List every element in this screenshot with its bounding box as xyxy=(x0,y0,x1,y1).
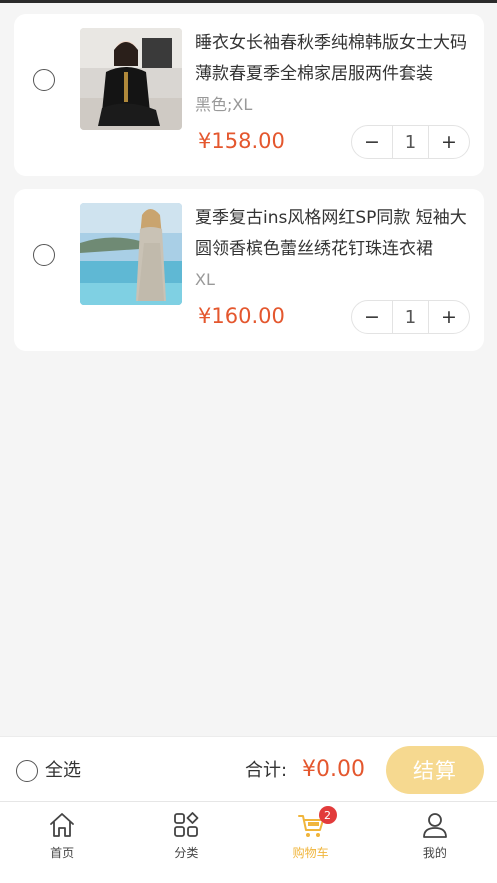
quantity-value[interactable]: 1 xyxy=(392,126,429,158)
tab-profile[interactable]: 我的 xyxy=(373,802,497,883)
decrease-button[interactable]: − xyxy=(352,126,392,158)
checkout-bar: 全选 合计: ¥0.00 结算 xyxy=(0,736,497,802)
select-all-radio[interactable] xyxy=(16,760,38,782)
checkout-button[interactable]: 结算 xyxy=(386,746,484,794)
total-value: ¥0.00 xyxy=(302,757,365,782)
pajamas-photo-icon xyxy=(80,28,182,130)
home-icon xyxy=(47,810,77,840)
product-thumbnail[interactable] xyxy=(80,203,182,305)
dress-photo-icon xyxy=(80,203,182,305)
user-icon xyxy=(420,810,450,840)
tab-label: 分类 xyxy=(174,846,199,860)
increase-button[interactable]: + xyxy=(429,126,469,158)
product-spec: 黑色;XL xyxy=(195,95,253,114)
decrease-button[interactable]: − xyxy=(352,301,392,333)
cart-item: 睡衣女长袖春秋季纯棉韩版女士大码薄款春夏季全棉家居服两件套装 黑色;XL ¥15… xyxy=(14,14,484,176)
shopping-cart-screen: 睡衣女长袖春秋季纯棉韩版女士大码薄款春夏季全棉家居服两件套装 黑色;XL ¥15… xyxy=(0,0,497,883)
quantity-stepper: − 1 + xyxy=(351,125,470,159)
cart-item: 夏季复古ins风格网红SP同款 短袖大圆领香槟色蕾丝绣花钉珠连衣裙 XL ¥16… xyxy=(14,189,484,351)
tab-home[interactable]: 首页 xyxy=(0,802,124,883)
product-thumbnail[interactable] xyxy=(80,28,182,130)
tab-category[interactable]: 分类 xyxy=(124,802,248,883)
item-select-radio[interactable] xyxy=(33,244,55,266)
product-price: ¥158.00 xyxy=(198,129,285,153)
tab-cart[interactable]: 2 购物车 xyxy=(249,802,373,883)
tab-label: 我的 xyxy=(422,846,447,860)
increase-button[interactable]: + xyxy=(429,301,469,333)
total-label: 合计: xyxy=(245,760,288,781)
quantity-stepper: − 1 + xyxy=(351,300,470,334)
tab-label: 购物车 xyxy=(292,846,329,860)
product-price: ¥160.00 xyxy=(198,304,285,328)
product-title[interactable]: 睡衣女长袖春秋季纯棉韩版女士大码薄款春夏季全棉家居服两件套装 xyxy=(195,28,471,90)
category-icon xyxy=(171,810,201,840)
status-bar xyxy=(0,0,497,3)
product-spec: XL xyxy=(195,270,215,289)
cart-list: 睡衣女长袖春秋季纯棉韩版女士大码薄款春夏季全棉家居服两件套装 黑色;XL ¥15… xyxy=(14,14,484,364)
product-title[interactable]: 夏季复古ins风格网红SP同款 短袖大圆领香槟色蕾丝绣花钉珠连衣裙 xyxy=(195,203,471,265)
select-all-label[interactable]: 全选 xyxy=(45,758,81,784)
quantity-value[interactable]: 1 xyxy=(392,301,429,333)
tab-label: 首页 xyxy=(50,846,75,860)
item-select-radio[interactable] xyxy=(33,69,55,91)
bottom-tab-bar: 首页 分类 2 购物车 我的 xyxy=(0,802,497,883)
cart-badge: 2 xyxy=(318,806,337,824)
